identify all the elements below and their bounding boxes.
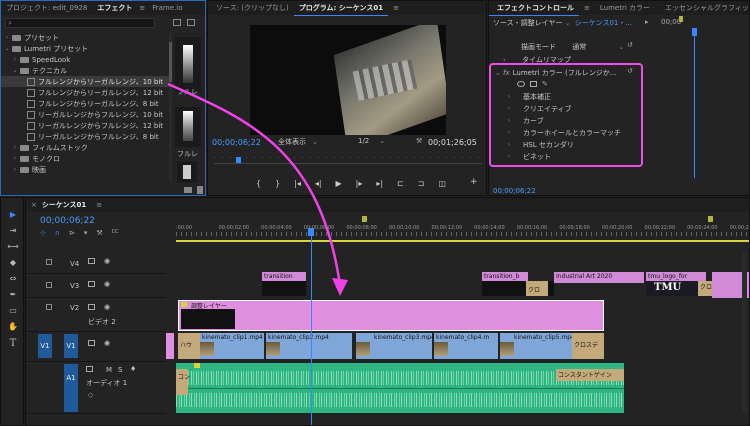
annotation-arrow-path (167, 82, 342, 286)
annotation-arrowhead (332, 278, 348, 296)
annotation-arrow (167, 82, 348, 296)
